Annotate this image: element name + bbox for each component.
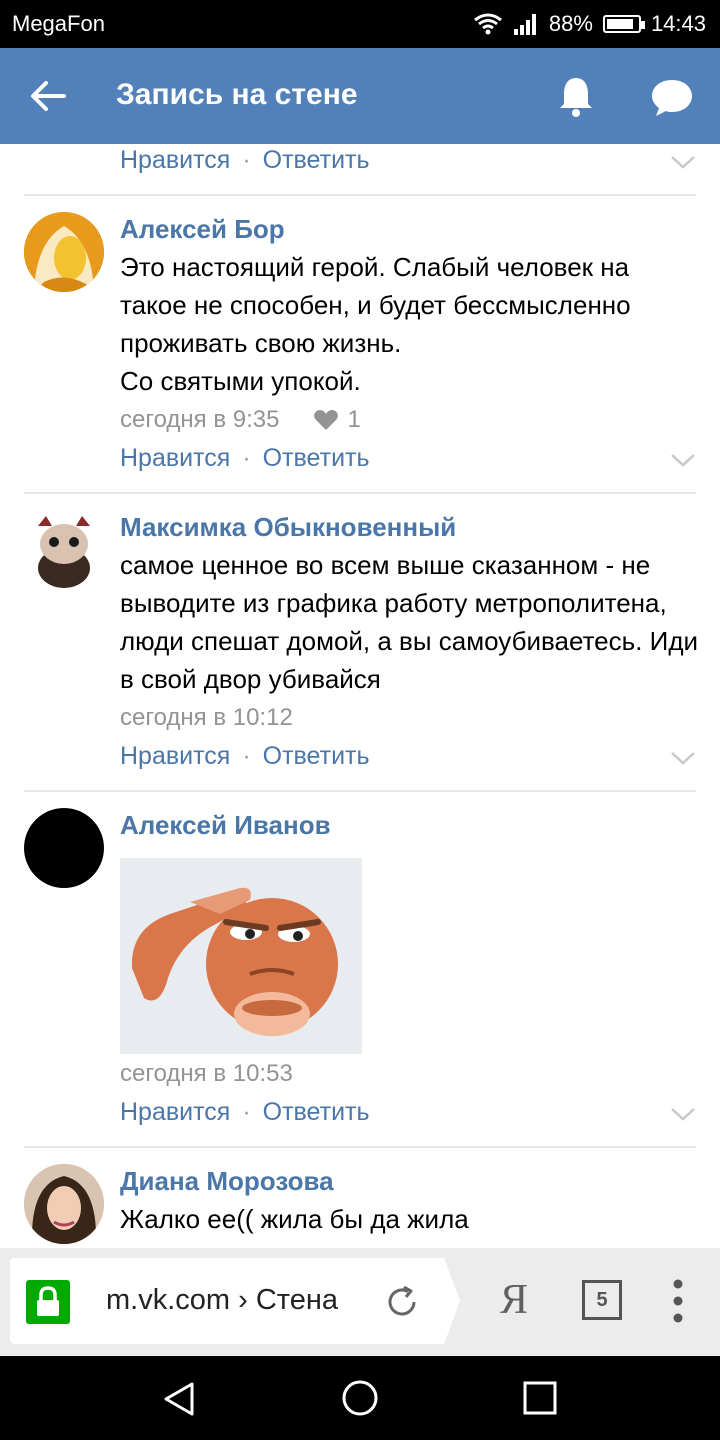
heart-icon [314,410,339,430]
carrier-name: MegaFon [12,11,105,36]
comment-author[interactable]: Алексей Иванов [120,810,331,841]
chevron-down-icon[interactable] [670,1106,696,1122]
divider [24,790,696,792]
comment-text: самое ценное во всем выше сказанном - не… [120,550,699,694]
reply-link[interactable]: Ответить [263,742,370,770]
app-header: Запись на стене [0,48,720,144]
comment-time: сегодня в 9:35 [120,406,280,433]
divider [24,492,696,494]
comment-author[interactable]: Максимка Обыкновенный [120,512,456,543]
avatar[interactable] [24,510,104,590]
like-link[interactable]: Нравится [120,742,230,770]
back-arrow-icon[interactable] [26,74,70,118]
comment-text: Жалко ее(( жила бы да жила [120,1204,469,1234]
reply-link[interactable]: Ответить [263,444,370,472]
reload-icon[interactable] [384,1284,420,1320]
yandex-button[interactable]: Я [500,1276,528,1324]
reply-link[interactable]: Ответить [263,1098,370,1126]
comment-actions: Нравится · Ответить [120,742,370,770]
avatar[interactable] [24,1164,104,1244]
battery-icon [602,15,645,33]
chevron-down-icon[interactable] [670,750,696,766]
comment-actions: Нравится · Ответить [120,146,370,174]
page-title: Запись на стене [116,78,358,111]
like-link[interactable]: Нравится [120,444,230,472]
battery-percent: 88% [548,11,593,36]
like-link[interactable]: Нравится [120,1098,230,1126]
comment-text: Это настоящий герой. Слабый человек на т… [120,252,631,396]
comment-author[interactable]: Алексей Бор [120,214,285,245]
nav-back-icon[interactable] [160,1380,198,1418]
clock: 14:43 [650,11,706,36]
lock-icon [26,1280,70,1324]
comment-author[interactable]: Диана Морозова [120,1166,334,1197]
like-link[interactable]: Нравится [120,146,230,174]
bell-icon[interactable] [552,72,600,120]
url-text[interactable]: m.vk.com › Стена [106,1284,338,1317]
nav-recents-icon[interactable] [522,1380,558,1416]
signal-icon [513,14,536,35]
like-counter[interactable]: 1 [313,406,361,434]
chevron-down-icon[interactable] [670,154,696,170]
status-bar: MegaFon 88% 14:43 [0,0,720,48]
reply-link[interactable]: Ответить [263,146,370,174]
avatar[interactable] [24,212,104,292]
nav-home-icon[interactable] [340,1378,380,1418]
address-bar[interactable]: m.vk.com › Стена [10,1258,460,1344]
comments-feed[interactable]: Нравится · Ответить Алексей Бор Это настоя… [0,144,720,1248]
divider [24,194,696,196]
system-nav-bar [0,1356,720,1440]
comment-meta: сегодня в 10:53 [120,1060,293,1088]
status-icons: 88% 14:43 [473,11,706,37]
sticker-image[interactable] [120,858,362,1054]
wifi-icon [473,13,502,35]
comment-meta: сегодня в 10:12 [120,704,293,732]
comment-time: сегодня в 10:12 [120,704,293,731]
messages-icon[interactable] [646,72,698,120]
browser-toolbar: m.vk.com › Стена Я 5 [0,1248,720,1356]
tabs-counter-button[interactable]: 5 [582,1280,622,1320]
comment-time: сегодня в 10:53 [120,1060,293,1087]
chevron-down-icon[interactable] [670,452,696,468]
more-menu-icon[interactable] [668,1278,688,1324]
comment-actions: Нравится · Ответить [120,1098,370,1126]
divider [24,1146,696,1148]
avatar[interactable] [24,808,104,888]
comment-meta: сегодня в 9:35 1 [120,406,361,434]
comment-actions: Нравится · Ответить [120,444,370,472]
